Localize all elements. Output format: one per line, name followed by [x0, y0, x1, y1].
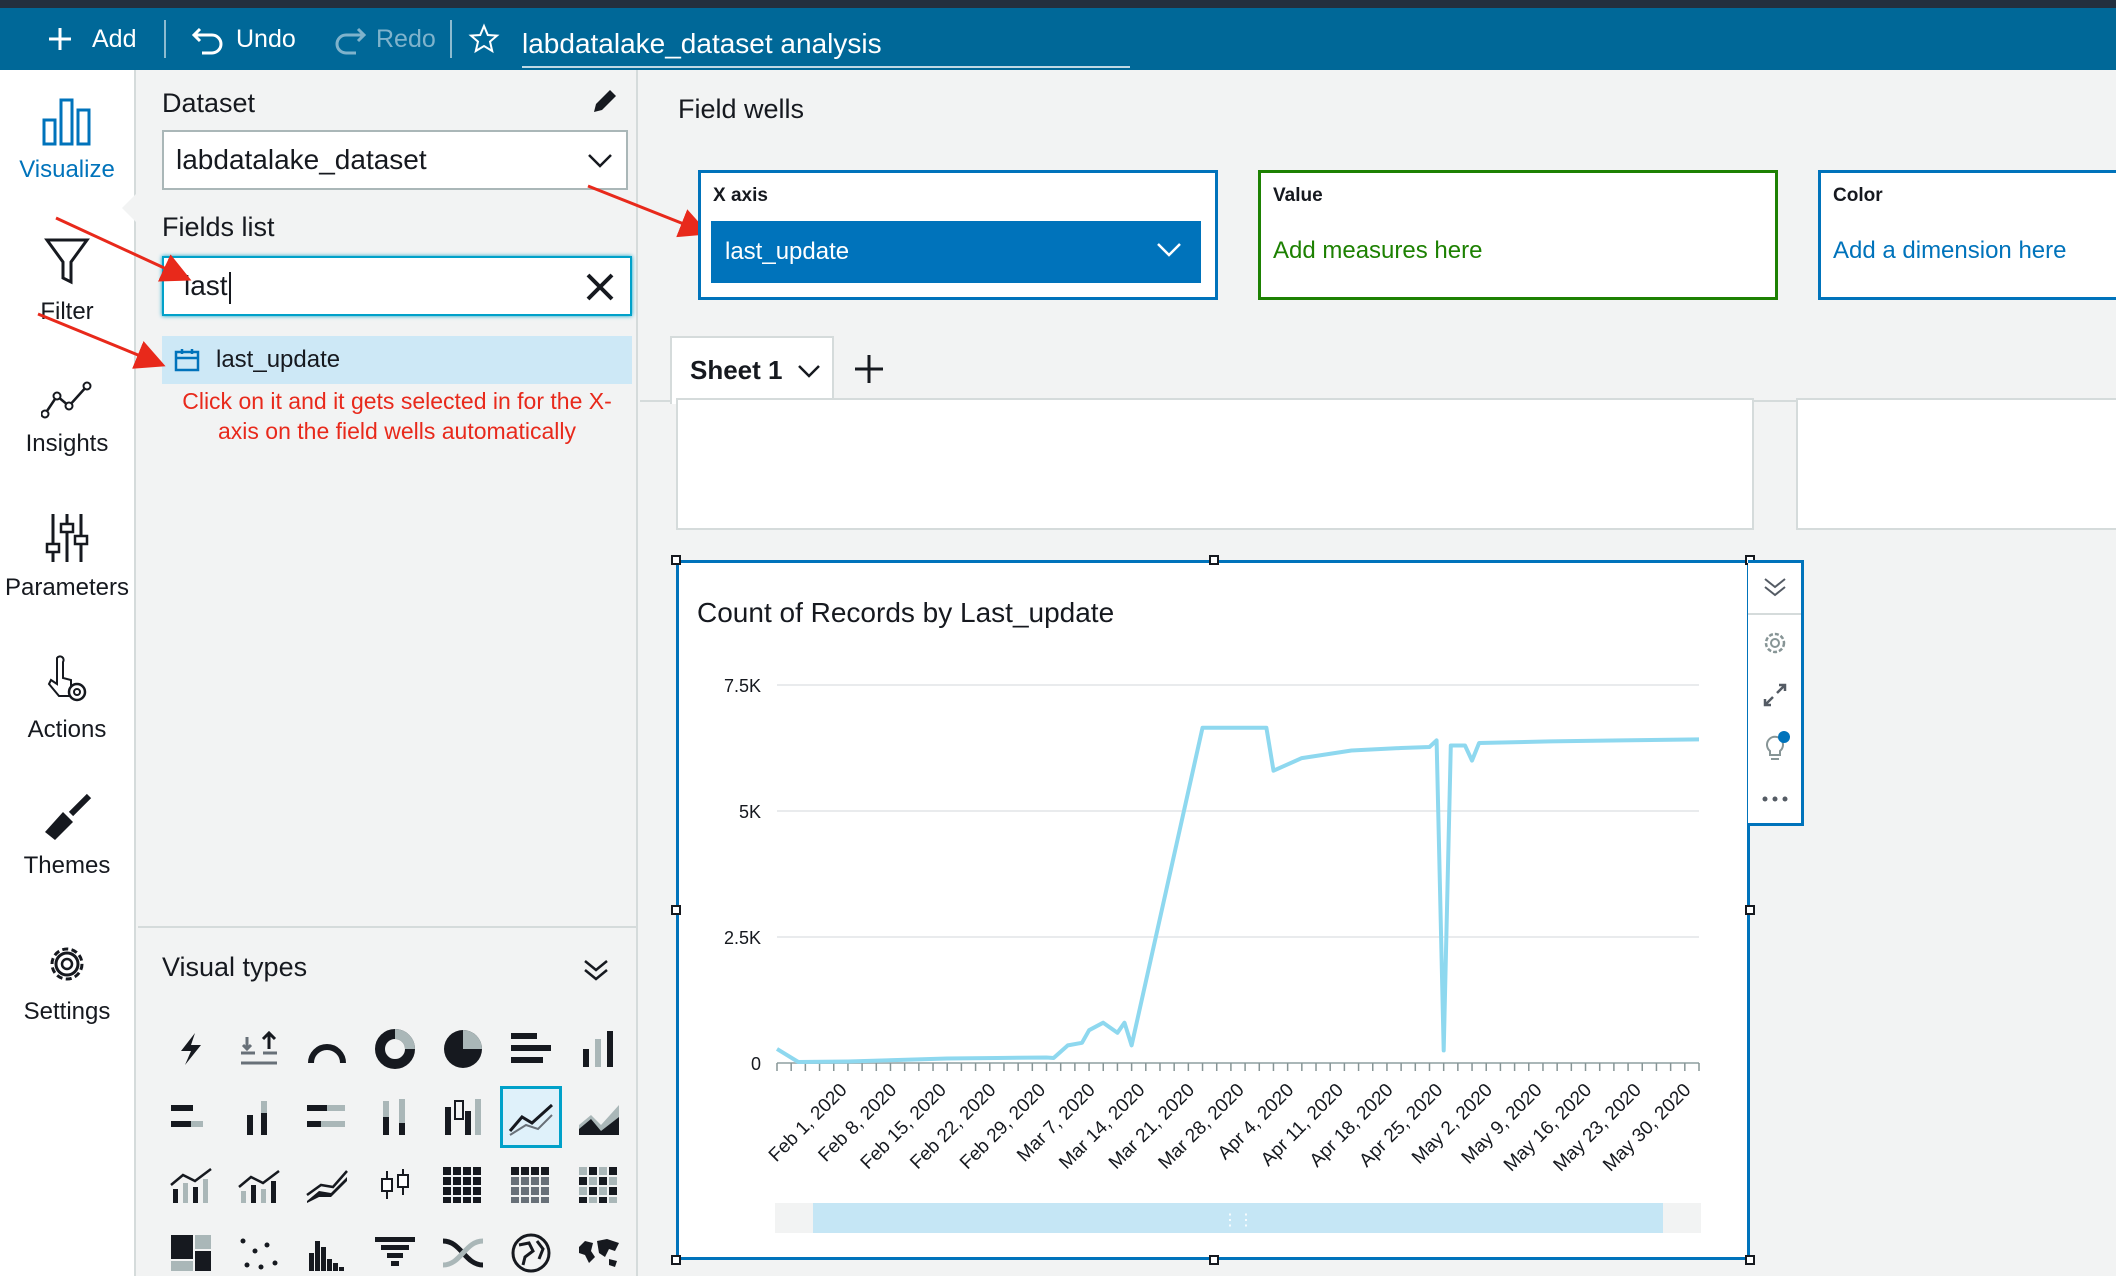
chevron-down-icon — [1157, 243, 1181, 257]
x-tick-label: May 30, 2020 — [1599, 1080, 1695, 1176]
format-visual-button[interactable] — [1748, 617, 1801, 669]
sheet-tabs: Sheet 1 — [640, 336, 2116, 404]
double-chevron-down-icon — [1763, 578, 1786, 597]
more-options-button[interactable] — [1748, 773, 1801, 825]
chevron-down-icon[interactable] — [796, 362, 822, 380]
add-measures-placeholder: Add measures here — [1273, 237, 1483, 264]
collapse-visual-button[interactable] — [1748, 563, 1801, 615]
main-area: Field wells X axis last_update Value Add… — [640, 70, 2116, 1276]
x-axis-field-pill[interactable]: last_update — [711, 221, 1201, 283]
visual-card-empty[interactable] — [676, 398, 1754, 530]
lightbulb-icon — [1765, 731, 1790, 760]
add-sheet-icon[interactable] — [852, 352, 886, 386]
y-tick-label: 5K — [739, 802, 761, 822]
resize-handle[interactable] — [1209, 1255, 1219, 1265]
insights-lightbulb-button[interactable] — [1748, 721, 1801, 773]
color-well[interactable]: Color Add a dimension here — [1818, 170, 2116, 300]
more-horizontal-icon — [1762, 796, 1787, 802]
gear-icon — [1764, 632, 1785, 654]
expand-icon — [1763, 683, 1786, 707]
value-well[interactable]: Value Add measures here — [1258, 170, 1778, 300]
field-wells-title: Field wells — [678, 94, 805, 124]
resize-handle[interactable] — [671, 905, 681, 915]
line-chart: 02.5K5K7.5KFeb 1, 2020Feb 8, 2020Feb 15,… — [724, 676, 1701, 1233]
y-tick-label: 0 — [751, 1054, 761, 1074]
resize-handle[interactable] — [1745, 1255, 1755, 1265]
visual-toolbar — [1748, 560, 1804, 826]
x-axis-well[interactable]: X axis last_update — [698, 170, 1218, 300]
scrollbar-grip-icon: ⋮⋮ — [1222, 1212, 1254, 1229]
resize-handle[interactable] — [671, 555, 681, 565]
y-tick-label: 2.5K — [724, 928, 761, 948]
resize-handle[interactable] — [1745, 905, 1755, 915]
line-chart-visual[interactable]: Count of Records by Last_update 0 2.5K 5K 7… — [676, 560, 1750, 1260]
y-tick-label: 7.5K — [724, 676, 761, 696]
resize-handle[interactable] — [671, 1255, 681, 1265]
tab-sheet-1[interactable]: Sheet 1 — [670, 336, 834, 404]
resize-handle[interactable] — [1209, 555, 1219, 565]
series-line — [775, 725, 1700, 1064]
visual-card-empty[interactable] — [1796, 398, 2116, 530]
add-dimension-placeholder: Add a dimension here — [1833, 237, 2067, 264]
expand-visual-button[interactable] — [1748, 669, 1801, 721]
